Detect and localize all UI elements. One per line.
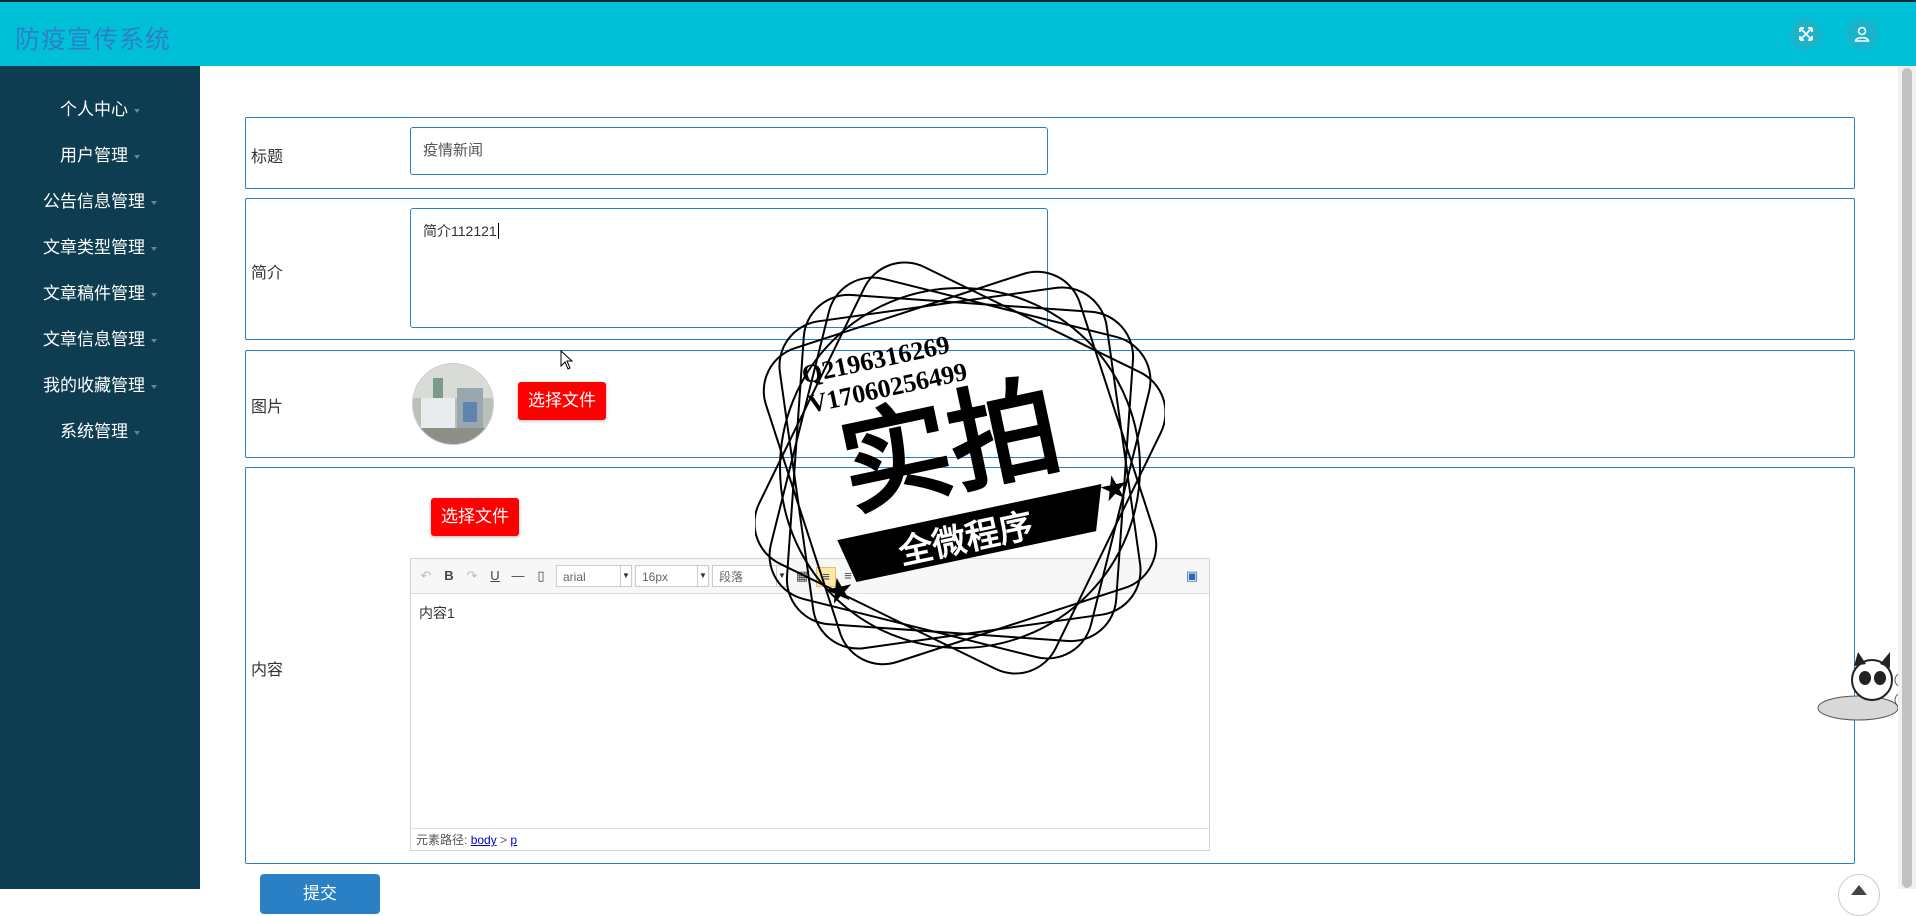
title-input[interactable]: 疫情新闻	[410, 127, 1048, 175]
caret-down-icon	[151, 200, 157, 205]
image-upload-button[interactable]: 选择文件	[518, 382, 606, 420]
sidebar-item-announcements[interactable]: 公告信息管理	[0, 182, 200, 222]
scrollbar-thumb[interactable]	[1902, 68, 1912, 888]
page-icon[interactable]: ▯	[532, 567, 550, 585]
sidebar-item-article-types[interactable]: 文章类型管理	[0, 228, 200, 268]
paragraph-value: 段落	[719, 570, 744, 584]
scrollbar[interactable]	[1898, 66, 1916, 889]
sidebar-item-label: 个人中心	[60, 100, 128, 119]
sidebar-item-label: 文章信息管理	[43, 330, 145, 349]
scroll-to-top-button[interactable]	[1838, 874, 1880, 916]
mouse-cursor-icon	[560, 350, 574, 370]
sidebar-item-system[interactable]: 系统管理	[0, 412, 200, 452]
editor-element-path: 元素路径: body > p	[411, 828, 1209, 850]
editor-body[interactable]: 内容1	[419, 603, 455, 623]
submit-button[interactable]: 提交	[260, 874, 380, 914]
sidebar-item-favorites[interactable]: 我的收藏管理	[0, 366, 200, 406]
dropdown-arrow-icon: ▼	[620, 566, 631, 586]
caret-down-icon	[151, 384, 157, 389]
bold-icon[interactable]: B	[440, 567, 458, 585]
sidebar-item-label: 我的收藏管理	[43, 376, 145, 395]
top-bar: 防疫宣传系统	[0, 0, 1916, 66]
caret-down-icon	[151, 338, 157, 343]
sidebar-item-personal-center[interactable]: 个人中心	[0, 90, 200, 130]
image-preview[interactable]	[412, 363, 494, 445]
content-upload-button[interactable]: 选择文件	[431, 498, 519, 536]
fullscreen-icon[interactable]	[1790, 18, 1822, 50]
sidebar-item-user-management[interactable]: 用户管理	[0, 136, 200, 176]
path-p-link[interactable]: p	[510, 833, 517, 847]
sidebar-item-label: 用户管理	[60, 146, 128, 165]
path-separator: >	[500, 833, 508, 847]
caret-down-icon	[134, 154, 140, 159]
font-family-value: arial	[563, 570, 586, 584]
summary-text: 简介112121	[423, 223, 497, 239]
undo-icon[interactable]: ↶	[417, 567, 435, 585]
mascot-widget-icon[interactable]	[1810, 650, 1910, 725]
app-title: 防疫宣传系统	[15, 26, 172, 54]
user-icon[interactable]	[1846, 18, 1878, 50]
sidebar-item-article-drafts[interactable]: 文章稿件管理	[0, 274, 200, 314]
path-body-link[interactable]: body	[471, 833, 497, 847]
text-cursor	[497, 223, 499, 239]
sidebar-item-article-info[interactable]: 文章信息管理	[0, 320, 200, 360]
content-label: 内容	[251, 662, 284, 679]
sidebar-item-label: 文章类型管理	[43, 238, 145, 257]
sidebar-item-label: 文章稿件管理	[43, 284, 145, 303]
underline-icon[interactable]: U	[486, 567, 504, 585]
form-row-title: 标题 疫情新闻	[245, 117, 1855, 189]
sidebar-item-label: 公告信息管理	[43, 192, 145, 211]
dropdown-arrow-icon: ▼	[697, 566, 708, 586]
horizontal-rule-icon[interactable]: —	[509, 567, 527, 585]
preview-icon[interactable]: ▣	[1183, 567, 1201, 585]
image-label: 图片	[251, 399, 284, 416]
watermark-stamp: Q2196316269 V17060256499 实拍 全微程序 ★ ★	[755, 261, 1165, 675]
font-size-select[interactable]: 16px ▼	[635, 565, 709, 587]
redo-icon[interactable]: ↷	[463, 567, 481, 585]
font-size-value: 16px	[642, 570, 669, 584]
caret-down-icon	[151, 292, 157, 297]
title-label: 标题	[251, 149, 284, 166]
font-family-select[interactable]: arial ▼	[556, 565, 632, 587]
star-icon: ★	[823, 572, 856, 610]
arrow-up-icon	[1851, 885, 1867, 895]
caret-down-icon	[151, 246, 157, 251]
sidebar: 个人中心 用户管理 公告信息管理 文章类型管理 文章稿件管理 文章信息管理 我的…	[0, 66, 200, 889]
caret-down-icon	[134, 430, 140, 435]
element-path-label: 元素路径:	[416, 833, 468, 847]
sidebar-item-label: 系统管理	[60, 422, 128, 441]
summary-label: 简介	[251, 265, 284, 282]
caret-down-icon	[134, 108, 140, 113]
